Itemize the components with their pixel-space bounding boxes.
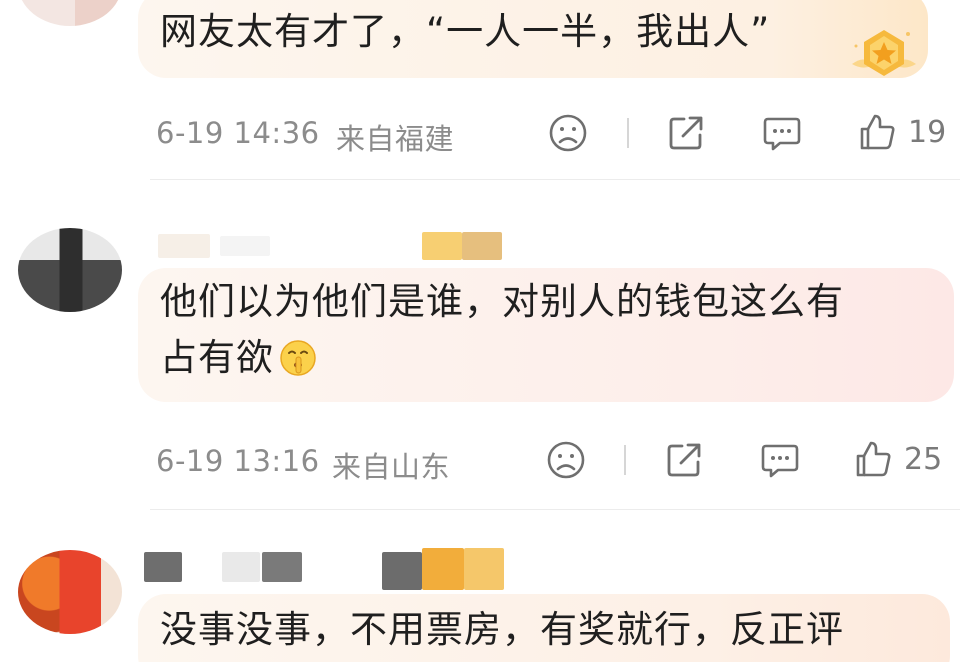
vip-badge-blurred [462, 232, 502, 260]
vip-badge-blurred [422, 232, 462, 260]
shush-emoji-icon [280, 340, 316, 376]
thumbs-up-icon [856, 441, 891, 477]
sad-face-icon [547, 441, 585, 479]
share-button[interactable] [664, 440, 704, 480]
comment-text: 他们以为他们是谁，对别人的钱包这么有 [160, 280, 844, 323]
comment-text: 占有欲 [160, 330, 318, 386]
comment-icon [761, 444, 799, 478]
avatar[interactable] [18, 550, 122, 634]
like-button[interactable]: 25 [854, 439, 942, 479]
comment-location: 来自山东 [332, 450, 451, 484]
reply-button[interactable] [762, 115, 802, 153]
avatar[interactable] [18, 228, 122, 312]
share-icon [667, 443, 701, 477]
sad-face-icon [549, 114, 587, 152]
comment-location: 来自福建 [336, 122, 455, 156]
comment-time: 6-19 14:36 [156, 116, 320, 150]
vip-badge-blurred [464, 548, 504, 590]
comment-icon [763, 117, 801, 151]
comment-text: 网友太有才了，“一人一半，我出人” [160, 10, 771, 53]
like-count: 19 [908, 114, 947, 150]
comment-item: 没事没事，不用票房，有奖就行，反正评 [0, 510, 960, 662]
comment-item: 网友太有才了，“一人一半，我出人” 6-19 14:36 来自福建 19 [0, 0, 960, 180]
share-button[interactable] [666, 113, 706, 153]
username-blurred [262, 552, 302, 582]
thumbs-up-icon [860, 114, 895, 150]
action-separator [624, 445, 626, 475]
like-button[interactable]: 19 [858, 112, 946, 152]
vip-badge-blurred [382, 552, 422, 590]
vip-badge-blurred [422, 548, 464, 590]
avatar[interactable] [18, 0, 122, 26]
comment-text: 没事没事，不用票房，有奖就行，反正评 [160, 608, 844, 651]
dislike-button[interactable] [546, 440, 586, 480]
dislike-button[interactable] [548, 113, 588, 153]
comment-time: 6-19 13:16 [156, 444, 320, 478]
username-blurred [222, 552, 260, 582]
gold-star-badge-icon [848, 26, 920, 84]
reply-button[interactable] [760, 442, 800, 480]
comment-item: 他们以为他们是谁，对别人的钱包这么有 占有欲 6-19 13:16 来自山东 2… [0, 180, 960, 510]
username-blurred [144, 552, 182, 582]
username-blurred [158, 234, 210, 258]
share-icon [669, 116, 703, 150]
like-count: 25 [904, 441, 943, 477]
action-separator [627, 118, 629, 148]
username-blurred [220, 236, 270, 256]
